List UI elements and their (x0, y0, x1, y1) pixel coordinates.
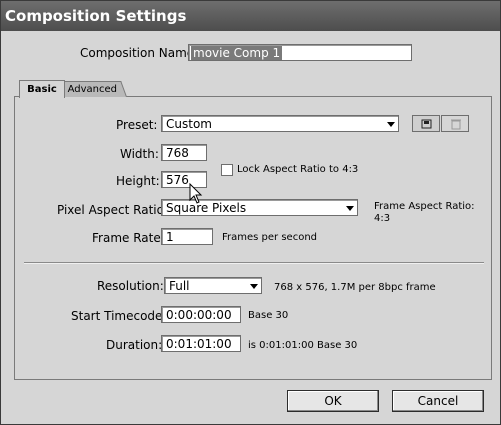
height-label: Height: (116, 174, 160, 188)
frame-rate-suffix: Frames per second (222, 232, 317, 243)
chevron-down-icon (250, 284, 258, 289)
duration-info: is 0:01:01:00 Base 30 (248, 340, 358, 351)
frame-aspect-value: 4:3 (374, 213, 391, 224)
comp-name-input[interactable]: movie Comp 1 (188, 44, 412, 61)
preset-value: Custom (166, 117, 212, 131)
frame-rate-input[interactable]: 1 (161, 228, 213, 245)
preset-label: Preset: (116, 118, 158, 132)
tab-basic-label: Basic (27, 84, 57, 95)
width-input[interactable]: 768 (161, 144, 207, 161)
resolution-info: 768 x 576, 1.7M per 8bpc frame (274, 282, 436, 293)
tab-basic[interactable]: Basic (19, 80, 65, 98)
section-divider (24, 262, 484, 264)
delete-preset-button[interactable] (441, 115, 469, 132)
save-preset-icon (421, 119, 432, 129)
frame-rate-label: Frame Rate: (92, 231, 165, 245)
width-label: Width: (120, 147, 159, 161)
pixel-aspect-label: Pixel Aspect Ratio: (57, 203, 168, 217)
comp-name-selected-text: movie Comp 1 (191, 46, 283, 60)
resolution-select[interactable]: Full (164, 277, 262, 294)
lock-aspect-checkbox[interactable] (221, 164, 233, 176)
tab-advanced-label: Advanced (67, 84, 117, 95)
duration-input[interactable]: 0:01:01:00 (161, 335, 241, 352)
arrow-cursor-icon (189, 183, 203, 204)
tab-advanced[interactable]: Advanced (57, 81, 127, 97)
save-preset-button[interactable] (412, 115, 440, 132)
chevron-down-icon (346, 206, 354, 211)
chevron-down-icon (387, 122, 395, 127)
lock-aspect-label: Lock Aspect Ratio to 4:3 (237, 164, 359, 175)
pixel-aspect-value: Square Pixels (166, 201, 247, 215)
duration-label: Duration: (106, 338, 163, 352)
trash-icon (451, 119, 461, 130)
resolution-value: Full (169, 279, 190, 293)
cancel-button[interactable]: Cancel (392, 390, 484, 412)
preset-select[interactable]: Custom (161, 115, 399, 132)
resolution-label: Resolution: (97, 279, 164, 293)
ok-button[interactable]: OK (287, 390, 379, 412)
comp-name-label: Composition Name: (80, 46, 199, 60)
frame-aspect-label: Frame Aspect Ratio: (374, 201, 475, 212)
start-timecode-input[interactable]: 0:00:00:00 (161, 306, 241, 323)
title-bar[interactable]: Composition Settings (1, 1, 500, 31)
start-timecode-base: Base 30 (248, 310, 289, 321)
start-timecode-label: Start Timecode: (71, 309, 167, 323)
window-title: Composition Settings (5, 7, 187, 25)
composition-settings-dialog: Composition Settings Composition Name: m… (0, 0, 501, 425)
